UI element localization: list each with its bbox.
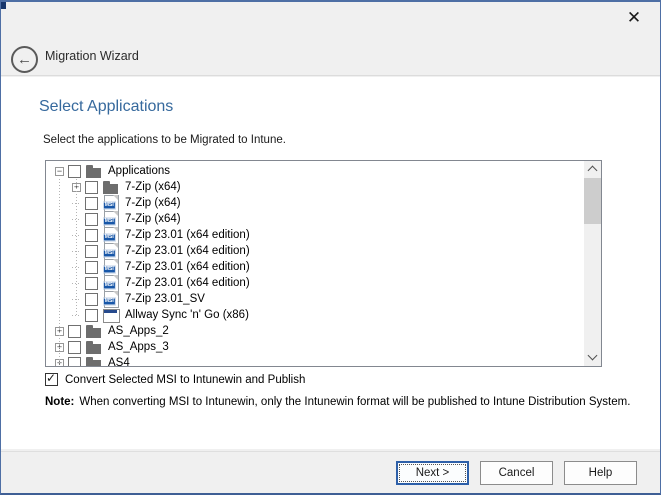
tree-item[interactable]: MSI 7-Zip 23.01 (x64 edition) [46, 275, 584, 291]
tree-rows: −Applications+7-Zip (x64)MSI7-Zip (x64)M… [46, 161, 584, 366]
tree-item[interactable]: +AS_Apps_3 [46, 339, 584, 355]
migration-wizard-window: ✕ ← Migration Wizard Select Applications… [0, 0, 661, 495]
tree-item-checkbox[interactable] [85, 293, 98, 306]
tree-item[interactable]: MSI 7-Zip 23.01 (x64 edition) [46, 227, 584, 243]
tree-item-label: Allway Sync 'n' Go (x86) [123, 309, 251, 321]
folder-icon [86, 163, 102, 179]
next-button[interactable]: Next > [396, 461, 469, 485]
convert-msi-label: Convert Selected MSI to Intunewin and Pu… [65, 374, 305, 386]
note-label: Note: [45, 396, 74, 408]
msi-file-icon: MSI [103, 243, 119, 259]
msi-badge: MSI [103, 234, 115, 242]
tree-item-label: 7-Zip 23.01 (x64 edition) [123, 261, 252, 273]
tree-item-label: 7-Zip 23.01_SV [123, 293, 207, 305]
back-arrow-icon: ← [17, 51, 32, 68]
tree-item-label: AS_Apps_2 [106, 325, 171, 337]
instruction-text: Select the applications to be Migrated t… [43, 134, 286, 146]
convert-msi-option[interactable]: ✓ Convert Selected MSI to Intunewin and … [45, 373, 305, 386]
cancel-button[interactable]: Cancel [480, 461, 553, 485]
tree-item[interactable]: MSI 7-Zip (x64) [46, 195, 584, 211]
convert-msi-checkbox[interactable]: ✓ [45, 373, 58, 386]
scrollbar-down-arrow[interactable] [584, 349, 601, 366]
msi-badge: MSI [103, 202, 115, 210]
tree-connector: − [55, 167, 64, 176]
tree-item[interactable]: MSI 7-Zip 23.01 (x64 edition) [46, 259, 584, 275]
checkmark-icon: ✓ [46, 371, 56, 385]
msi-file-icon: MSI [103, 259, 119, 275]
tree-item-checkbox[interactable] [85, 309, 98, 322]
applications-tree[interactable]: −Applications+7-Zip (x64)MSI7-Zip (x64)M… [45, 160, 602, 367]
tree-item[interactable]: MSI 7-Zip (x64) [46, 211, 584, 227]
help-button[interactable]: Help [564, 461, 637, 485]
wizard-title: Migration Wizard [45, 33, 139, 76]
content-area: Select Applications Select the applicati… [1, 77, 660, 449]
msi-badge: MSI [103, 266, 115, 274]
tree-vertical-scrollbar[interactable] [584, 161, 601, 366]
titlebar: ✕ [1, 2, 660, 33]
msi-badge: MSI [103, 298, 115, 306]
tree-item-label: AS4 [106, 357, 132, 366]
window-corner-accent [1, 2, 6, 9]
tree-connector-line [59, 179, 60, 363]
tree-item[interactable]: +AS4 [46, 355, 584, 366]
msi-file-icon: MSI [103, 211, 119, 227]
tree-item-label: Applications [106, 165, 172, 177]
tree-item[interactable]: Allway Sync 'n' Go (x86) [46, 307, 584, 323]
msi-file-icon: MSI [103, 275, 119, 291]
wizard-header: ← Migration Wizard [1, 33, 660, 76]
tree-item-label: 7-Zip 23.01 (x64 edition) [123, 229, 252, 241]
tree-item-label: 7-Zip 23.01 (x64 edition) [123, 277, 252, 289]
tree-item-checkbox[interactable] [85, 245, 98, 258]
tree-item-checkbox[interactable] [85, 261, 98, 274]
tree-item[interactable]: +AS_Apps_2 [46, 323, 584, 339]
app-window-icon [103, 307, 119, 323]
footer: Next > Cancel Help [1, 451, 660, 493]
tree-item-label: 7-Zip (x64) [123, 197, 183, 209]
tree-item-label: AS_Apps_3 [106, 341, 171, 353]
folder-icon [103, 179, 119, 195]
msi-badge: MSI [103, 218, 115, 226]
tree-connector-line [76, 179, 77, 315]
page-heading: Select Applications [39, 98, 173, 116]
tree-item-label: 7-Zip 23.01 (x64 edition) [123, 245, 252, 257]
tree-item[interactable]: +7-Zip (x64) [46, 179, 584, 195]
tree-item-checkbox[interactable] [85, 229, 98, 242]
tree-item[interactable]: MSI 7-Zip 23.01 (x64 edition) [46, 243, 584, 259]
tree-item-checkbox[interactable] [85, 181, 98, 194]
msi-file-icon: MSI [103, 227, 119, 243]
scrollbar-thumb[interactable] [584, 178, 601, 224]
folder-icon [86, 339, 102, 355]
chevron-up-icon [588, 166, 598, 176]
msi-file-icon: MSI [103, 291, 119, 307]
tree-item-label: 7-Zip (x64) [123, 181, 183, 193]
tree-item[interactable]: − Applications [46, 163, 584, 179]
msi-badge: MSI [103, 282, 115, 290]
back-button[interactable]: ← [11, 46, 38, 73]
tree-item-checkbox[interactable] [68, 325, 81, 338]
tree-item-label: 7-Zip (x64) [123, 213, 183, 225]
close-button[interactable]: ✕ [612, 4, 656, 31]
folder-icon [86, 355, 102, 366]
scrollbar-up-arrow[interactable] [584, 161, 601, 178]
tree-expander-minus[interactable]: − [55, 167, 64, 176]
msi-badge: MSI [103, 250, 115, 258]
msi-file-icon: MSI [103, 195, 119, 211]
tree-item-checkbox[interactable] [85, 213, 98, 226]
folder-icon [86, 323, 102, 339]
tree-item-checkbox[interactable] [68, 357, 81, 367]
tree-item-checkbox[interactable] [68, 165, 81, 178]
tree-item-checkbox[interactable] [85, 277, 98, 290]
note: Note: When converting MSI to Intunewin, o… [45, 396, 630, 408]
tree-item-checkbox[interactable] [68, 341, 81, 354]
chevron-down-icon [588, 351, 598, 361]
tree-item[interactable]: MSI 7-Zip 23.01_SV [46, 291, 584, 307]
tree-item-checkbox[interactable] [85, 197, 98, 210]
note-text: When converting MSI to Intunewin, only t… [79, 396, 630, 408]
